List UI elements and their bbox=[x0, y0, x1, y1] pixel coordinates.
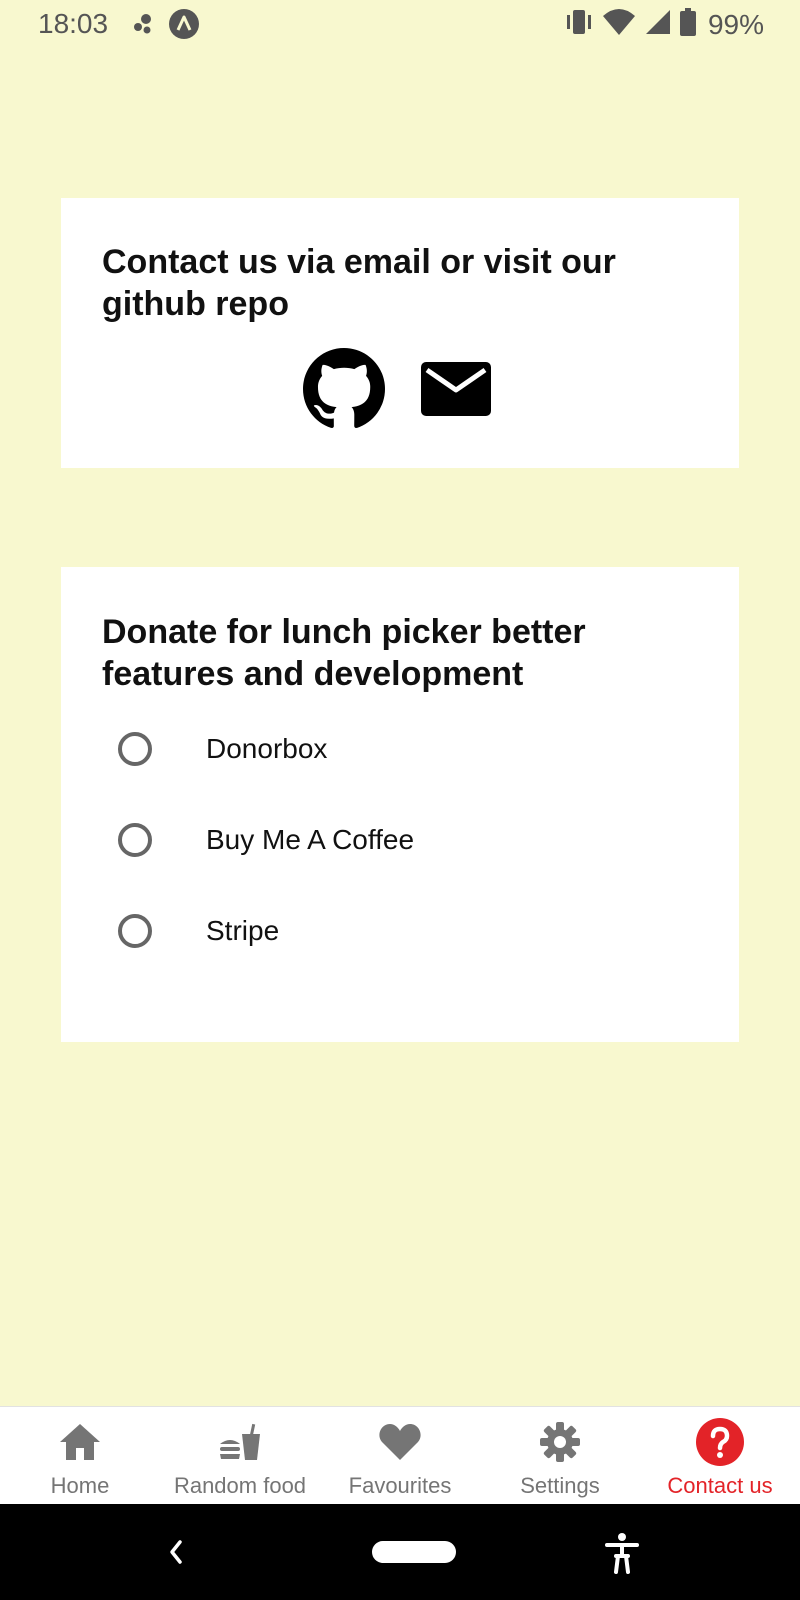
nav-label: Favourites bbox=[348, 1473, 452, 1498]
radio-label: Donorbox bbox=[206, 733, 328, 764]
bottom-nav: Home Random food Favourites Settings Con… bbox=[0, 1406, 800, 1505]
nav-label: Home bbox=[50, 1473, 110, 1498]
nav-label: Contact us bbox=[667, 1473, 773, 1498]
nav-item-favourites[interactable]: Favourites bbox=[320, 1407, 480, 1505]
heart-icon bbox=[378, 1419, 422, 1465]
nav-label: Random food bbox=[173, 1473, 307, 1498]
donate-card-title: Donate for lunch picker better features … bbox=[102, 613, 586, 693]
home-pill-button[interactable] bbox=[372, 1541, 456, 1563]
signal-icon bbox=[644, 8, 672, 41]
radio-option-buy-me-a-coffee[interactable]: Buy Me A Coffee bbox=[118, 823, 414, 857]
email-icon[interactable] bbox=[421, 362, 491, 416]
github-icon[interactable] bbox=[303, 348, 385, 430]
radio-button[interactable] bbox=[118, 914, 152, 948]
status-bar: 18:03 99% bbox=[0, 0, 800, 48]
battery-icon bbox=[679, 8, 696, 41]
status-time: 18:03 bbox=[38, 8, 109, 39]
vibrate-icon bbox=[564, 8, 594, 41]
accessibility-icon[interactable] bbox=[604, 1532, 640, 1579]
donate-card: Donate for lunch picker better features … bbox=[61, 567, 739, 1042]
app-a-icon bbox=[168, 8, 200, 45]
system-nav-bar bbox=[0, 1504, 800, 1600]
home-icon bbox=[58, 1419, 102, 1465]
help-icon bbox=[696, 1418, 744, 1466]
battery-percent: 99% bbox=[707, 8, 764, 40]
back-icon[interactable] bbox=[164, 1534, 188, 1575]
radio-button[interactable] bbox=[118, 823, 152, 857]
radio-label: Buy Me A Coffee bbox=[206, 824, 415, 855]
nav-item-settings[interactable]: Settings bbox=[480, 1407, 640, 1505]
radio-button[interactable] bbox=[118, 732, 152, 766]
notification-dots-icon bbox=[132, 13, 154, 40]
nav-item-random-food[interactable]: Random food bbox=[160, 1407, 320, 1505]
contact-card: Contact us via email or visit our github… bbox=[61, 198, 739, 468]
fastfood-icon bbox=[218, 1419, 262, 1465]
radio-option-stripe[interactable]: Stripe bbox=[118, 914, 279, 948]
contact-card-title: Contact us via email or visit our github… bbox=[102, 243, 616, 323]
nav-item-contact-us[interactable]: Contact us bbox=[640, 1407, 800, 1505]
radio-label: Stripe bbox=[206, 915, 280, 946]
radio-option-donorbox[interactable]: Donorbox bbox=[118, 732, 327, 766]
nav-label: Settings bbox=[520, 1473, 600, 1498]
wifi-icon bbox=[602, 8, 636, 41]
nav-item-home[interactable]: Home bbox=[0, 1407, 160, 1505]
contact-icons bbox=[303, 348, 491, 430]
gear-icon bbox=[539, 1419, 581, 1465]
